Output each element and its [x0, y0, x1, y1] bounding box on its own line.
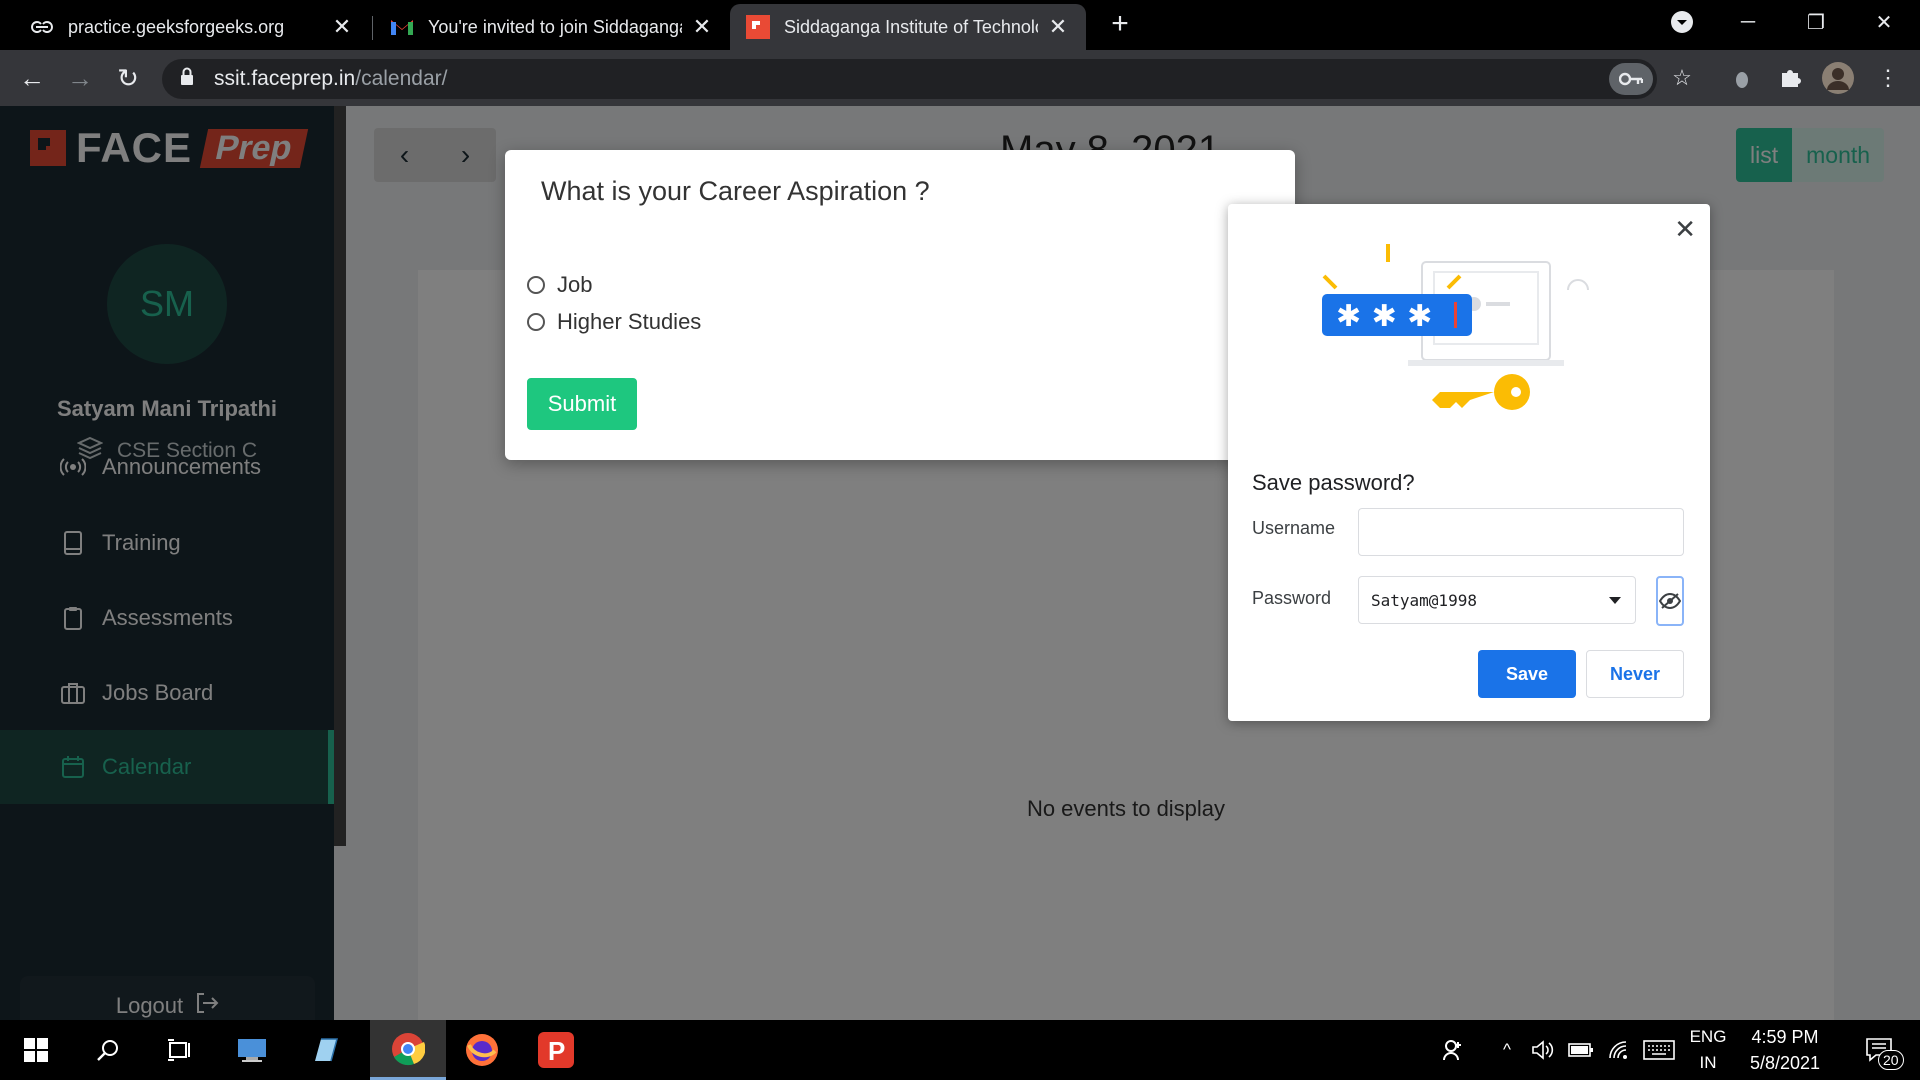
tab-search-icon[interactable] [1650, 0, 1714, 44]
url-host: ssit.faceprep.in [214, 67, 356, 90]
password-key-icon[interactable] [1609, 63, 1653, 95]
back-arrow-icon[interactable]: ← [10, 56, 54, 100]
tab-title: You're invited to join Siddaganga [428, 16, 682, 37]
bookmark-star-icon[interactable]: ☆ [1664, 60, 1700, 96]
radio-button[interactable] [527, 313, 545, 331]
tab-title: Siddaganga Institute of Technolo [784, 16, 1038, 37]
chevron-down-icon [1609, 597, 1621, 604]
tab-gmail[interactable]: You're invited to join Siddaganga ✕ [374, 4, 730, 50]
new-tab-button[interactable]: + [1090, 2, 1150, 46]
tab-close-icon[interactable]: ✕ [690, 14, 714, 39]
psiphon-icon[interactable]: P [520, 1020, 592, 1080]
faceprep-icon [746, 15, 770, 39]
lang-bottom: IN [1699, 1053, 1717, 1072]
taskbar-clock[interactable]: 4:59 PM 5/8/2021 [1730, 1024, 1840, 1076]
wifi-icon[interactable] [1604, 1020, 1634, 1080]
career-aspiration-modal: What is your Career Aspiration ? Job Hig… [505, 150, 1295, 460]
lock-icon [180, 67, 198, 91]
volume-icon[interactable] [1528, 1020, 1558, 1080]
chrome-icon[interactable] [370, 1020, 446, 1080]
gmail-icon [390, 15, 414, 39]
password-label: Password [1252, 588, 1332, 608]
browser-toolbar: ← → ↻ ssit.faceprep.in/calendar/ ☆ ⋮ [0, 50, 1920, 106]
save-password-title: Save password? [1252, 470, 1415, 495]
tab-close-icon[interactable]: ✕ [330, 14, 354, 39]
tab-close-icon[interactable]: ✕ [1046, 14, 1070, 39]
input-language[interactable]: ENG IN [1686, 1024, 1730, 1076]
never-button[interactable]: Never [1586, 650, 1684, 698]
chevron-up-icon[interactable]: ^ [1492, 1020, 1522, 1080]
option-job[interactable]: Job [527, 272, 592, 298]
notification-count-badge: 20 [1878, 1050, 1904, 1070]
touch-keyboard-icon[interactable] [1640, 1020, 1678, 1080]
people-icon[interactable] [1436, 1020, 1472, 1080]
this-pc-icon[interactable] [216, 1020, 288, 1080]
eye-off-icon[interactable] [1656, 576, 1684, 626]
restore-icon[interactable]: ❐ [1784, 0, 1848, 44]
extension-icon[interactable] [1724, 60, 1760, 96]
address-bar[interactable]: ssit.faceprep.in/calendar/ [162, 59, 1657, 99]
tab-faceprep[interactable]: Siddaganga Institute of Technolo ✕ [730, 4, 1086, 50]
reload-icon[interactable]: ↻ [106, 56, 150, 100]
lang-top: ENG [1689, 1027, 1727, 1046]
option-higher-studies[interactable]: Higher Studies [527, 309, 701, 335]
modal-question: What is your Career Aspiration ? [541, 176, 930, 206]
firefox-icon[interactable] [446, 1020, 518, 1080]
minimize-icon[interactable]: ─ [1716, 0, 1780, 44]
password-select[interactable]: Satyam@1998 [1358, 576, 1636, 624]
battery-icon[interactable] [1566, 1020, 1596, 1080]
tab-divider [372, 16, 373, 40]
notification-center-icon[interactable]: 20 [1854, 1020, 1904, 1080]
menu-kebab-icon[interactable]: ⋮ [1870, 60, 1906, 96]
save-password-button[interactable]: Save [1478, 650, 1576, 698]
tab-title: practice.geeksforgeeks.org [68, 16, 285, 37]
clock-date: 5/8/2021 [1749, 1053, 1821, 1073]
windows-taskbar: P ^ ENG IN 4:59 PM 5/8/2021 20 [0, 1020, 1920, 1080]
forward-arrow-icon[interactable]: → [58, 56, 102, 100]
task-view-icon[interactable] [144, 1020, 216, 1080]
clock-time: 4:59 PM [1751, 1027, 1819, 1047]
search-icon[interactable] [72, 1020, 144, 1080]
password-illustration: ✱ ✱ ✱ [1322, 244, 1589, 410]
svg-text:P: P [548, 1036, 565, 1066]
profile-avatar-icon[interactable] [1820, 60, 1856, 96]
windows-start-icon[interactable] [0, 1020, 72, 1080]
radio-button[interactable] [527, 276, 545, 294]
tab-geeksforgeeks[interactable]: practice.geeksforgeeks.org ✕ [14, 4, 370, 50]
geeksforgeeks-icon [30, 15, 54, 39]
password-value: Satyam@1998 [1371, 590, 1477, 610]
close-window-icon[interactable]: ✕ [1852, 0, 1916, 44]
notepad-icon[interactable] [288, 1020, 360, 1080]
option-label: Higher Studies [557, 309, 702, 334]
submit-button[interactable]: Submit [527, 378, 637, 430]
save-password-bubble: ✕ ✱ ✱ ✱ Save password? Username Password… [1228, 204, 1710, 721]
username-label: Username [1252, 518, 1336, 538]
extensions-puzzle-icon[interactable] [1772, 60, 1808, 96]
url-path: /calendar/ [355, 67, 448, 90]
username-field[interactable] [1358, 508, 1684, 556]
option-label: Job [557, 272, 593, 297]
close-icon[interactable]: ✕ [1674, 214, 1696, 245]
browser-tab-strip: practice.geeksforgeeks.org ✕ You're invi… [0, 0, 1920, 50]
svg-text:✱ ✱ ✱: ✱ ✱ ✱ [1336, 299, 1432, 334]
web-page: FACE Prep SM Satyam Mani Tripathi CSE Se… [0, 106, 1920, 1020]
